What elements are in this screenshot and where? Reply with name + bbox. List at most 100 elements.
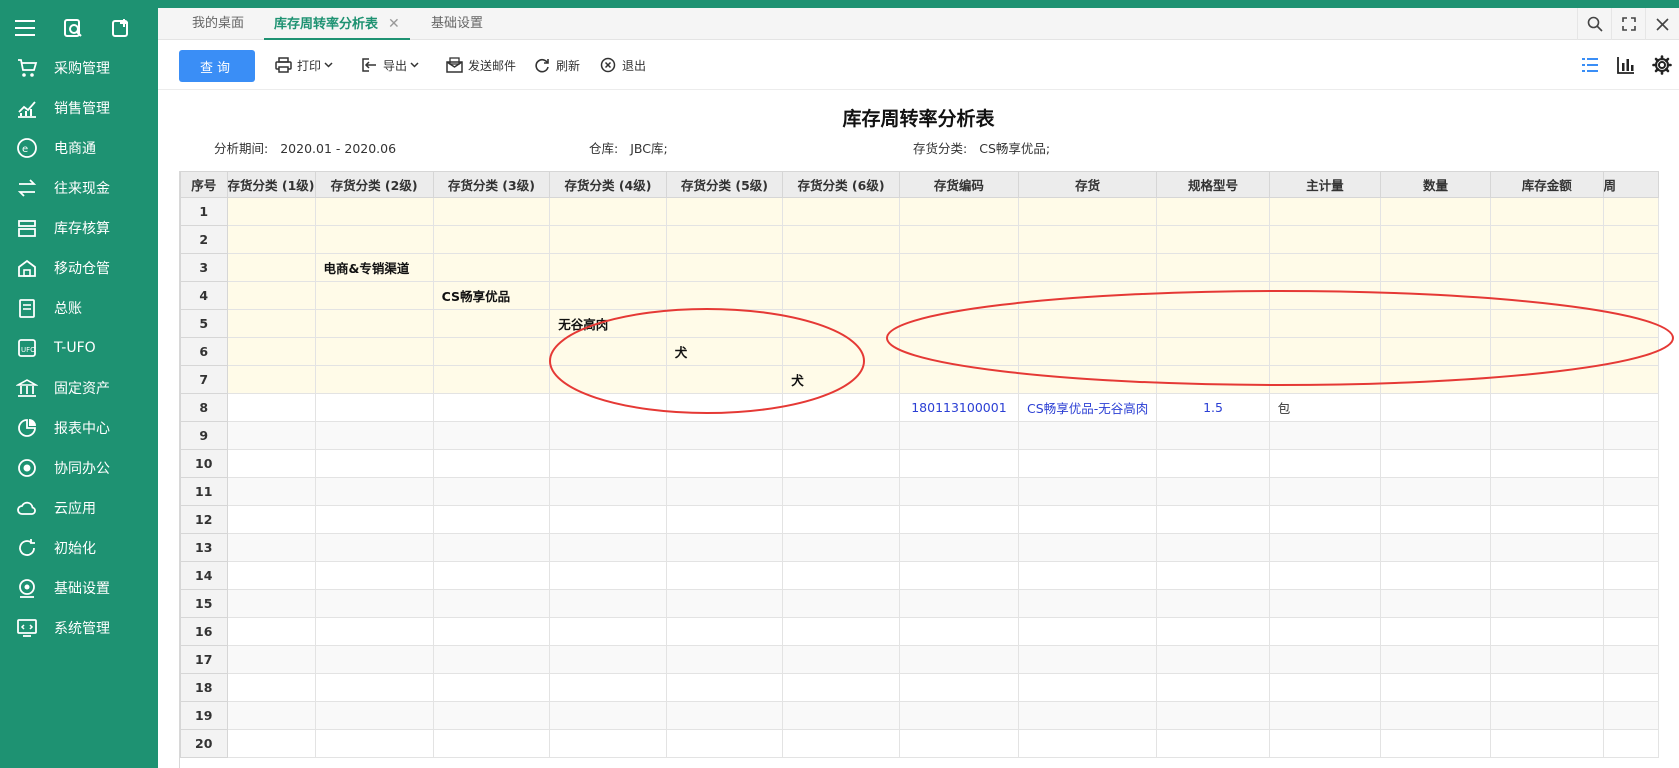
table-row[interactable]: 7犬 [180,365,1659,394]
sidebar-item[interactable]: UFO T-UFO [0,328,158,368]
column-header[interactable]: 主计量 [1268,171,1382,198]
table-row[interactable]: 10 [180,449,1659,478]
table-row[interactable]: 17 [180,645,1659,674]
sidebar-item[interactable]: 基础设置 [0,568,158,608]
print-button[interactable]: 打印 [273,55,333,75]
base-settings-icon [14,575,40,601]
sidebar-item-label: 总账 [54,301,82,317]
column-header[interactable]: 存货分类 (5级) [665,171,784,198]
table-cell [314,449,434,478]
chart-view-icon[interactable] [1615,54,1637,76]
column-header[interactable]: 规格型号 [1156,171,1270,198]
table-cell [665,477,784,506]
list-view-icon[interactable] [1579,54,1601,76]
table-row[interactable]: 2 [180,225,1659,254]
send-mail-label: 发送邮件 [468,58,517,73]
table-cell [314,225,434,254]
row-number: 11 [180,477,228,506]
table-row[interactable]: 1 [180,197,1659,226]
table-row[interactable]: 16 [180,617,1659,646]
close-icon[interactable]: ✕ [388,16,400,32]
table-row[interactable]: 15 [180,589,1659,618]
new-doc-icon[interactable] [110,17,132,39]
column-header[interactable]: 存货编码 [898,171,1020,198]
sidebar-item[interactable]: 初始化 [0,528,158,568]
close-icon[interactable] [1645,8,1679,40]
table-cell [1268,729,1382,758]
tab-base-settings[interactable]: 基础设置 [431,8,483,40]
sidebar-item-label: 库存核算 [54,221,110,237]
table-row[interactable]: 14 [180,561,1659,590]
sidebar-item[interactable]: 采购管理 [0,48,158,88]
inventory-icon [14,215,40,241]
table-cell [314,701,434,730]
export-button[interactable]: 导出 [359,55,419,75]
search-icon[interactable] [1577,8,1611,40]
table-cell [898,449,1020,478]
tab-my-desktop[interactable]: 我的桌面 [192,8,244,40]
menu-icon[interactable] [14,17,36,39]
sidebar-item[interactable]: 固定资产 [0,368,158,408]
sidebar-item[interactable]: 库存核算 [0,208,158,248]
table-row[interactable]: 6犬 [180,337,1659,366]
send-mail-button[interactable]: 发送邮件 [444,55,516,75]
table-cell [549,281,667,310]
table-cell [1602,253,1659,282]
sidebar-item[interactable]: 往来现金 [0,168,158,208]
column-header[interactable]: 库存金额 [1489,171,1604,198]
table-cell [1380,477,1491,506]
column-header[interactable]: 数量 [1380,171,1491,198]
table-cell [782,589,900,618]
table-row[interactable]: 11 [180,477,1659,506]
table-cell [1018,421,1158,450]
top-strip [0,0,1679,8]
table-row[interactable]: 12 [180,505,1659,534]
table-cell [432,393,551,422]
table-cell [432,505,551,534]
column-header[interactable]: 存货分类 (1级) [226,171,316,198]
column-header[interactable]: 存货分类 (2级) [314,171,434,198]
column-header[interactable]: 存货分类 (4级) [549,171,667,198]
table-cell [1380,421,1491,450]
table-row[interactable]: 13 [180,533,1659,562]
table-cell [432,701,551,730]
table-row[interactable]: 20 [180,729,1659,758]
exit-button[interactable]: 退出 [598,55,646,75]
sidebar-item[interactable]: 报表中心 [0,408,158,448]
refresh-button[interactable]: 刷新 [532,55,580,75]
fullscreen-icon[interactable] [1611,8,1645,40]
query-button[interactable]: 查询 [179,50,255,82]
sidebar-item[interactable]: 移动仓管 [0,248,158,288]
search-docs-icon[interactable] [62,17,84,39]
table-row[interactable]: 8 180113100001 CS畅享优品-无谷高肉 1.5 包 [180,393,1659,422]
table-row[interactable]: 4 CS畅享优品 [180,281,1659,310]
tab-inventory-turnover[interactable]: 库存周转率分析表 ✕ [264,8,410,40]
table-row[interactable]: 5 无谷高肉 [180,309,1659,338]
table-cell [549,337,667,366]
table-cell [549,589,667,618]
table-cell [314,337,434,366]
column-header[interactable]: 存货分类 (6级) [782,171,900,198]
gear-icon[interactable] [1651,54,1673,76]
sidebar-item[interactable]: e 电商通 [0,128,158,168]
table-row[interactable]: 9 [180,421,1659,450]
sales-icon [14,95,40,121]
table-row[interactable]: 18 [180,673,1659,702]
table-row[interactable]: 3 电商&专销渠道 [180,253,1659,282]
sidebar-item[interactable]: 销售管理 [0,88,158,128]
table-cell [1018,729,1158,758]
column-header[interactable]: 存货 [1018,171,1158,198]
table-row[interactable]: 19 [180,701,1659,730]
column-header[interactable]: 存货分类 (3级) [432,171,551,198]
column-header[interactable]: 序号 [180,171,228,198]
table-cell [1602,225,1659,254]
table-cell [1380,589,1491,618]
sidebar-item[interactable]: 云应用 [0,488,158,528]
table-cell [1156,225,1270,254]
column-header[interactable]: 周 [1602,171,1659,198]
table-cell [1489,393,1604,422]
table-cell [665,589,784,618]
sidebar-item[interactable]: 系统管理 [0,608,158,648]
sidebar-item[interactable]: 协同办公 [0,448,158,488]
sidebar-item[interactable]: 总账 [0,288,158,328]
